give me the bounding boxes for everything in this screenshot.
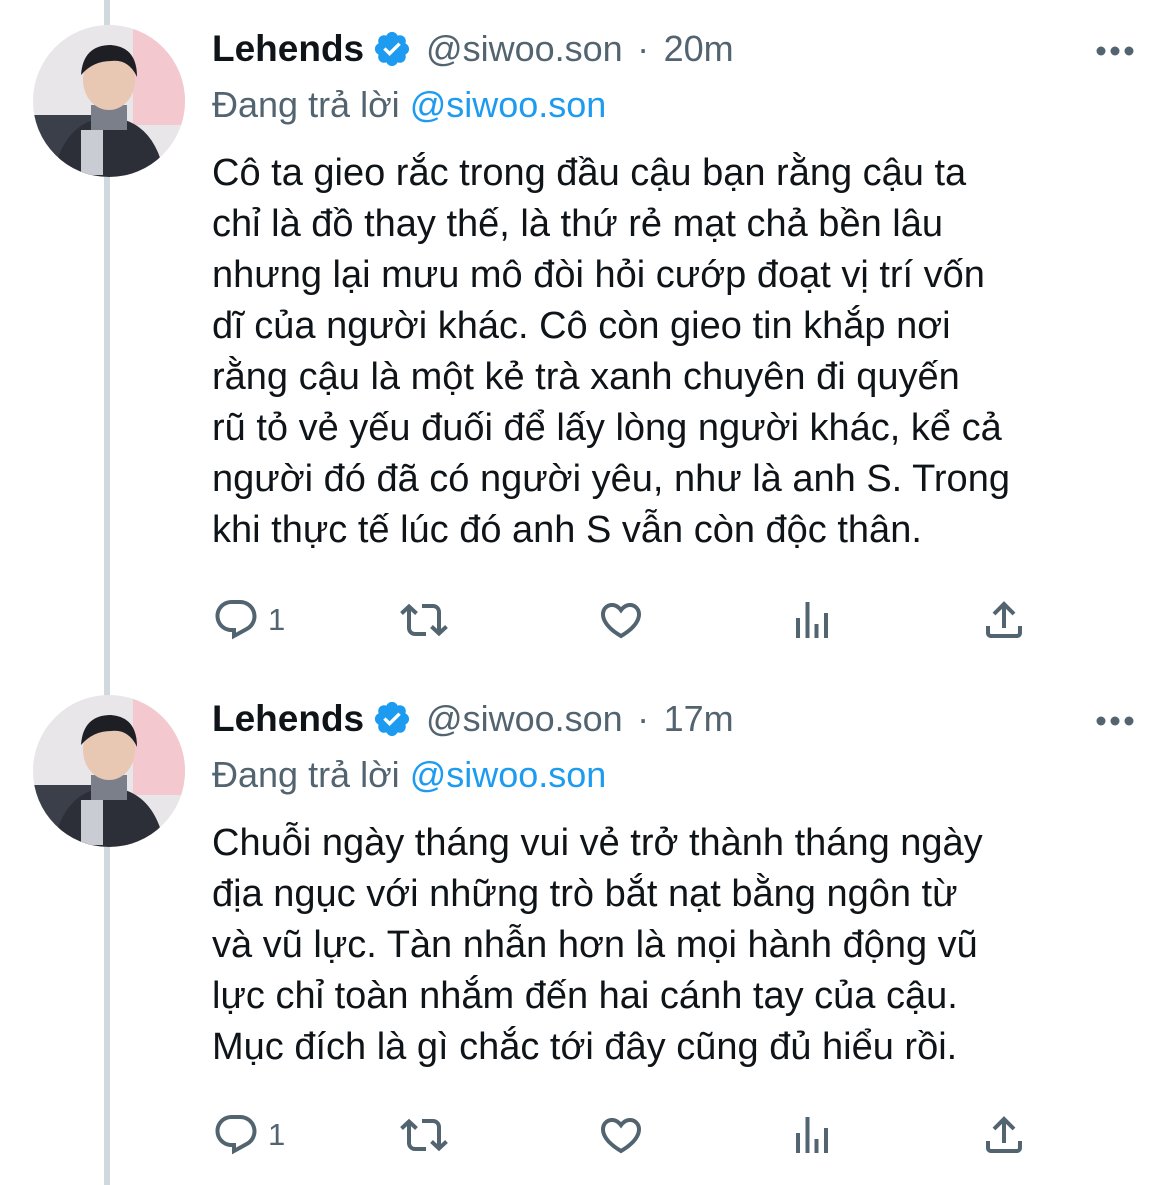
display-name[interactable]: Lehends — [212, 28, 364, 70]
timestamp[interactable]: 17m — [664, 698, 734, 740]
more-icon[interactable] — [1090, 706, 1140, 736]
tweet-text: Chuỗi ngày tháng vui vẻ trở thành tháng … — [212, 822, 983, 1068]
share-button[interactable] — [980, 1105, 1028, 1165]
timestamp[interactable]: 20m — [664, 28, 734, 70]
like-button[interactable] — [597, 1105, 645, 1165]
avatar[interactable] — [33, 695, 185, 847]
separator-dot: · — [637, 698, 650, 739]
tweet-text: Cô ta gieo rắc trong đầu cậu bạn rằng cậ… — [212, 152, 1010, 551]
tweet-header: Lehends @siwoo.son · 20m — [212, 28, 1092, 88]
analytics-icon — [796, 1117, 828, 1153]
tweet[interactable]: Lehends @siwoo.son · 20m Đang trả lời @s… — [0, 0, 1170, 670]
retweet-icon — [400, 603, 448, 637]
reply-button[interactable]: 1 — [212, 590, 285, 650]
reply-count: 1 — [268, 1117, 286, 1152]
like-button[interactable] — [597, 590, 645, 650]
replying-to-line: Đang trả lời @siwoo.son — [212, 754, 606, 796]
replying-to-mention[interactable]: @siwoo.son — [410, 84, 607, 125]
reply-count: 1 — [268, 602, 286, 637]
replying-to-mention[interactable]: @siwoo.son — [410, 754, 607, 795]
tweet[interactable]: Lehends @siwoo.son · 17m Đang trả lời @s… — [0, 670, 1170, 1185]
verified-badge-icon — [372, 29, 412, 69]
tweet-actions: 1 — [212, 590, 1062, 650]
verified-badge-icon — [372, 699, 412, 739]
tweet-header: Lehends @siwoo.son · 17m — [212, 698, 1092, 758]
replying-to-line: Đang trả lời @siwoo.son — [212, 84, 606, 126]
replying-prefix: Đang trả lời — [212, 754, 410, 795]
like-icon — [600, 603, 642, 639]
share-button[interactable] — [980, 590, 1028, 650]
share-icon — [986, 601, 1022, 638]
reply-icon — [215, 1115, 257, 1155]
reply-button[interactable]: 1 — [212, 1105, 285, 1165]
analytics-button[interactable] — [788, 590, 836, 650]
reply-icon — [215, 600, 257, 640]
analytics-button[interactable] — [788, 1105, 836, 1165]
replying-prefix: Đang trả lời — [212, 84, 410, 125]
retweet-icon — [400, 1118, 448, 1152]
avatar[interactable] — [33, 25, 185, 177]
more-icon[interactable] — [1090, 36, 1140, 66]
user-handle[interactable]: @siwoo.son — [426, 28, 623, 70]
retweet-button[interactable] — [400, 1105, 448, 1165]
user-handle[interactable]: @siwoo.son — [426, 698, 623, 740]
analytics-icon — [796, 602, 828, 638]
share-icon — [986, 1116, 1022, 1153]
retweet-button[interactable] — [400, 590, 448, 650]
separator-dot: · — [637, 28, 650, 69]
like-icon — [600, 1118, 642, 1154]
display-name[interactable]: Lehends — [212, 698, 364, 740]
tweet-actions: 1 — [212, 1105, 1062, 1165]
